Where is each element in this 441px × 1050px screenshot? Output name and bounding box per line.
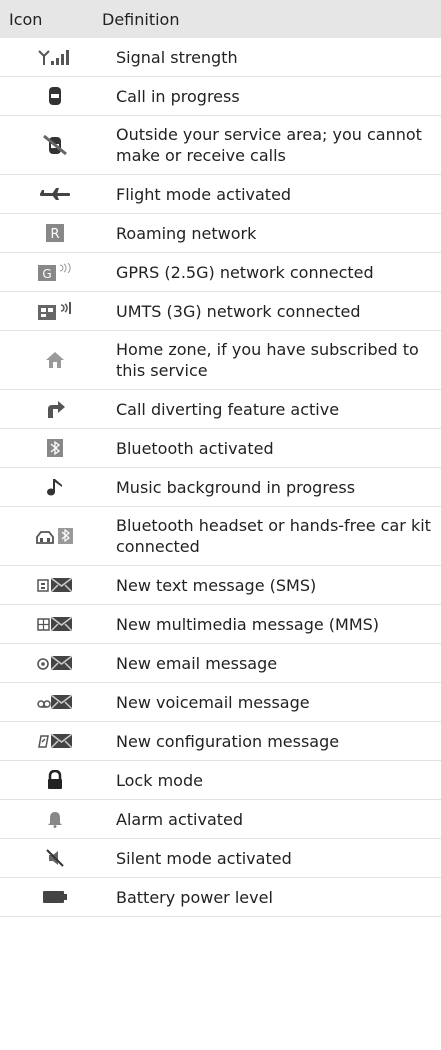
icon-definition: New text message (SMS) [116, 575, 317, 595]
icon-definition: New email message [116, 653, 278, 673]
table-row: Signal strength [0, 38, 441, 77]
voicemail-icon [37, 694, 73, 710]
call-in-progress-icon [49, 87, 61, 105]
icon-definition: Bluetooth activated [116, 438, 274, 458]
icon-definition: New configuration message [116, 731, 340, 751]
icon-definition: Signal strength [116, 47, 238, 67]
table-row: Home zone, if you have subscribed to thi… [0, 331, 441, 390]
flight-mode-icon [40, 188, 70, 200]
table-row: Silent mode activated [0, 839, 441, 878]
mms-icon [37, 616, 73, 632]
table-row: New email message [0, 644, 441, 683]
table-row: New text message (SMS) [0, 566, 441, 605]
alarm-bell-icon [48, 812, 62, 828]
header-definition-label: Definition [102, 9, 180, 29]
icon-definition: Bluetooth headset or hands-free car kit … [116, 516, 431, 556]
icon-definition: New voicemail message [116, 692, 310, 712]
table-row: Outside your service area; you cannot ma… [0, 116, 441, 175]
call-divert-icon [48, 401, 65, 418]
svg-text:R: R [50, 227, 59, 242]
table-row: Bluetooth activated [0, 429, 441, 468]
table-row: New configuration message [0, 722, 441, 761]
table-row: Battery power level [0, 878, 441, 917]
bluetooth-headset-icon [36, 528, 73, 544]
table-row: Call diverting feature active [0, 390, 441, 429]
icon-definition: Outside your service area; you cannot ma… [116, 125, 422, 165]
icon-definition: Roaming network [116, 223, 257, 243]
bluetooth-icon [47, 439, 63, 457]
table-row: UMTS (3G) network connected [0, 292, 441, 331]
table-row: Music background in progress [0, 468, 441, 507]
icon-definition: Home zone, if you have subscribed to thi… [116, 340, 419, 380]
table-header: Icon Definition [0, 0, 441, 38]
header-icon-label: Icon [9, 9, 43, 29]
home-zone-icon [46, 352, 64, 368]
table-row: Bluetooth headset or hands-free car kit … [0, 507, 441, 566]
icon-definition: Call diverting feature active [116, 399, 340, 419]
table-row: G GPRS (2.5G) network connected [0, 253, 441, 292]
sms-icon [37, 577, 73, 593]
icon-definition: Lock mode [116, 770, 203, 790]
table-row: New multimedia message (MMS) [0, 605, 441, 644]
music-note-icon [47, 479, 62, 496]
battery-icon [43, 891, 67, 903]
icon-definition-table: Icon Definition Signal strength Call in … [0, 0, 441, 917]
icon-definition: Flight mode activated [116, 184, 292, 204]
signal-strength-icon [38, 50, 69, 65]
icon-definition: New multimedia message (MMS) [116, 614, 380, 634]
silent-mode-icon [46, 849, 64, 867]
svg-text:G: G [42, 267, 51, 281]
table-row: Alarm activated [0, 800, 441, 839]
table-row: R Roaming network [0, 214, 441, 253]
config-message-icon [38, 733, 73, 749]
roaming-icon: R [46, 224, 64, 242]
icon-definition: Silent mode activated [116, 848, 292, 868]
icon-definition: GPRS (2.5G) network connected [116, 262, 374, 282]
table-row: Lock mode [0, 761, 441, 800]
icon-definition: UMTS (3G) network connected [116, 301, 361, 321]
icon-definition: Battery power level [116, 887, 273, 907]
icon-definition: Alarm activated [116, 809, 244, 829]
lock-icon [48, 770, 62, 789]
umts-icon [38, 302, 71, 320]
table-row: Call in progress [0, 77, 441, 116]
no-service-icon [43, 134, 67, 156]
table-row: Flight mode activated [0, 175, 441, 214]
table-row: New voicemail message [0, 683, 441, 722]
email-icon [37, 655, 73, 671]
gprs-icon: G [38, 263, 71, 281]
icon-definition: Music background in progress [116, 477, 356, 497]
icon-definition: Call in progress [116, 86, 240, 106]
